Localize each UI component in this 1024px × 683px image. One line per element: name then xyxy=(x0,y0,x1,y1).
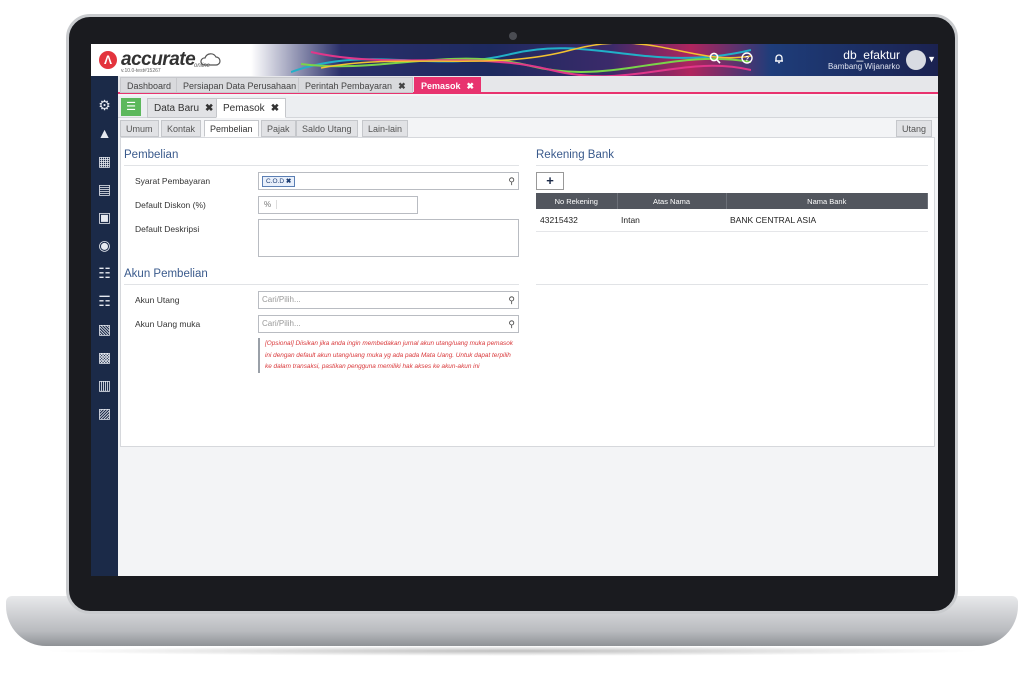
document-tabs: ☰ Data Baru ✖ Pemasok ✖ xyxy=(118,96,938,118)
chip-label: C.O.D xyxy=(266,178,285,185)
akun-uang-muka-field[interactable]: Cari/Pilih... ⚲ xyxy=(258,315,519,333)
akun-utang-label: Akun Utang xyxy=(135,295,180,305)
logo-mark-icon: Λ xyxy=(99,51,117,69)
svg-text:?: ? xyxy=(745,56,749,63)
search-icon[interactable]: ⚲ xyxy=(508,316,515,332)
section-title-rekening-bank: Rekening Bank xyxy=(536,149,614,161)
divider xyxy=(536,284,928,285)
close-icon[interactable]: ✖ xyxy=(271,103,279,114)
subtab-pembelian[interactable]: Pembelian xyxy=(204,120,259,137)
subtab-kontak[interactable]: Kontak xyxy=(161,120,202,137)
user-info[interactable]: db_efaktur Bambang Wijanarko xyxy=(828,48,900,71)
add-rekening-button[interactable]: + xyxy=(536,172,564,190)
top-header: Λ accurate online v.10.0-test#15267 ? db… xyxy=(91,44,938,76)
tab-label: Perintah Pembayaran xyxy=(305,81,393,91)
subtab-pajak[interactable]: Pajak xyxy=(261,120,296,137)
user-name: Bambang Wijanarko xyxy=(827,62,900,71)
divider xyxy=(124,284,519,285)
default-deskripsi-textarea[interactable] xyxy=(258,219,519,257)
cell-no-rekening: 43215432 xyxy=(536,209,617,232)
tab-data-baru[interactable]: Data Baru ✖ xyxy=(147,98,221,118)
subtab-saldo-utang[interactable]: Saldo Utang xyxy=(296,120,358,137)
default-deskripsi-label: Default Deskripsi xyxy=(135,224,200,234)
divider xyxy=(536,165,928,166)
akun-uang-muka-label: Akun Uang muka xyxy=(135,319,201,329)
settings-icon[interactable]: ⚙ xyxy=(95,96,114,115)
rekening-table: No Rekening Atas Nama Nama Bank 43215432… xyxy=(536,193,928,232)
akun-utang-field[interactable]: Cari/Pilih... ⚲ xyxy=(258,291,519,309)
avatar[interactable] xyxy=(906,50,926,70)
tab-pemasok-form[interactable]: Pemasok ✖ xyxy=(216,98,287,118)
chevron-down-icon[interactable]: ▼ xyxy=(927,54,936,64)
bell-icon[interactable] xyxy=(771,52,787,68)
webcam xyxy=(509,32,517,40)
tab-label: Persiapan Data Perusahaan xyxy=(183,81,297,91)
column-no-rekening[interactable]: No Rekening xyxy=(536,193,618,209)
percent-prefix: % xyxy=(262,200,278,209)
cell-atas-nama: Intan xyxy=(617,209,726,232)
list-icon[interactable]: ☰ xyxy=(121,98,141,116)
syarat-pembayaran-label: Syarat Pembayaran xyxy=(135,176,211,186)
laptop-shadow xyxy=(40,646,984,656)
sales-cart-icon[interactable]: ☶ xyxy=(95,292,114,311)
column-nama-bank[interactable]: Nama Bank xyxy=(726,193,928,209)
tab-label: Data Baru xyxy=(154,103,200,114)
table-row[interactable]: 43215432 Intan BANK CENTRAL ASIA xyxy=(536,209,928,232)
section-title-pembelian: Pembelian xyxy=(124,149,179,161)
default-diskon-label: Default Diskon (%) xyxy=(135,200,206,210)
close-icon[interactable]: ✖ xyxy=(286,178,291,185)
divider xyxy=(124,165,519,166)
ledger-icon[interactable]: ▤ xyxy=(95,180,114,199)
building-icon[interactable]: ▦ xyxy=(95,152,114,171)
syarat-pembayaran-field[interactable]: C.O.D ✖ ⚲ xyxy=(258,172,519,190)
search-icon[interactable] xyxy=(707,52,723,68)
search-icon[interactable]: ⚲ xyxy=(508,173,515,189)
help-icon[interactable]: ? xyxy=(739,52,755,68)
inventory-icon[interactable]: ▧ xyxy=(95,320,114,339)
tab-dashboard[interactable]: Dashboard xyxy=(120,77,179,93)
search-icon[interactable]: ⚲ xyxy=(508,292,515,308)
akun-utang-placeholder: Cari/Pilih... xyxy=(262,295,301,304)
warehouse-icon[interactable]: ▩ xyxy=(95,348,114,367)
form-subtabs: Umum Kontak Pembelian Pajak Saldo Utang … xyxy=(118,118,938,138)
tab-persiapan-data[interactable]: Persiapan Data Perusahaan xyxy=(176,77,304,93)
tab-label: Dashboard xyxy=(127,81,172,91)
cash-bag-icon[interactable]: ◉ xyxy=(95,236,114,255)
tab-perintah-pembayaran[interactable]: Perintah Pembayaran ✖ xyxy=(298,77,413,93)
bank-icon[interactable]: ▣ xyxy=(95,208,114,227)
cart-icon[interactable]: ☷ xyxy=(95,264,114,283)
close-icon[interactable]: ✖ xyxy=(398,81,406,91)
section-title-akun-pembelian: Akun Pembelian xyxy=(124,268,208,280)
cell-nama-bank: BANK CENTRAL ASIA xyxy=(726,209,928,232)
left-sidebar: ⚙ ▲ ▦ ▤ ▣ ◉ ☷ ☶ ▧ ▩ ▥ ▨ xyxy=(91,76,118,576)
default-diskon-field[interactable]: % xyxy=(258,196,418,214)
tab-pemasok[interactable]: Pemasok ✖ xyxy=(414,77,482,93)
report-icon[interactable]: ▥ xyxy=(95,376,114,395)
column-atas-nama[interactable]: Atas Nama xyxy=(617,193,727,209)
subtab-lain-lain[interactable]: Lain-lain xyxy=(362,120,409,137)
chart-icon[interactable]: ▨ xyxy=(95,404,114,423)
header-wave-decoration xyxy=(291,44,751,76)
subtab-utang[interactable]: Utang xyxy=(895,120,932,137)
module-tabs: Dashboard Persiapan Data Perusahaan Peri… xyxy=(118,76,938,94)
form-panel: Pembelian Syarat Pembayaran C.O.D ✖ ⚲ De… xyxy=(120,137,935,447)
logo-sub: online xyxy=(194,63,211,69)
database-name: db_efaktur xyxy=(843,48,900,62)
akun-uang-muka-placeholder: Cari/Pilih... xyxy=(262,319,301,328)
app-screen: Λ accurate online v.10.0-test#15267 ? db… xyxy=(91,44,938,576)
tab-label: Pemasok xyxy=(223,103,265,114)
close-icon[interactable]: ✖ xyxy=(205,103,213,114)
akun-note: [Opsional] Diisikan jika anda ingin memb… xyxy=(258,338,513,373)
app-version: v.10.0-test#15267 xyxy=(121,68,161,74)
tab-label: Pemasok xyxy=(421,81,461,91)
syarat-chip[interactable]: C.O.D ✖ xyxy=(262,176,296,187)
subtab-umum[interactable]: Umum xyxy=(120,120,159,137)
company-icon[interactable]: ▲ xyxy=(95,124,114,143)
close-icon[interactable]: ✖ xyxy=(467,81,475,91)
